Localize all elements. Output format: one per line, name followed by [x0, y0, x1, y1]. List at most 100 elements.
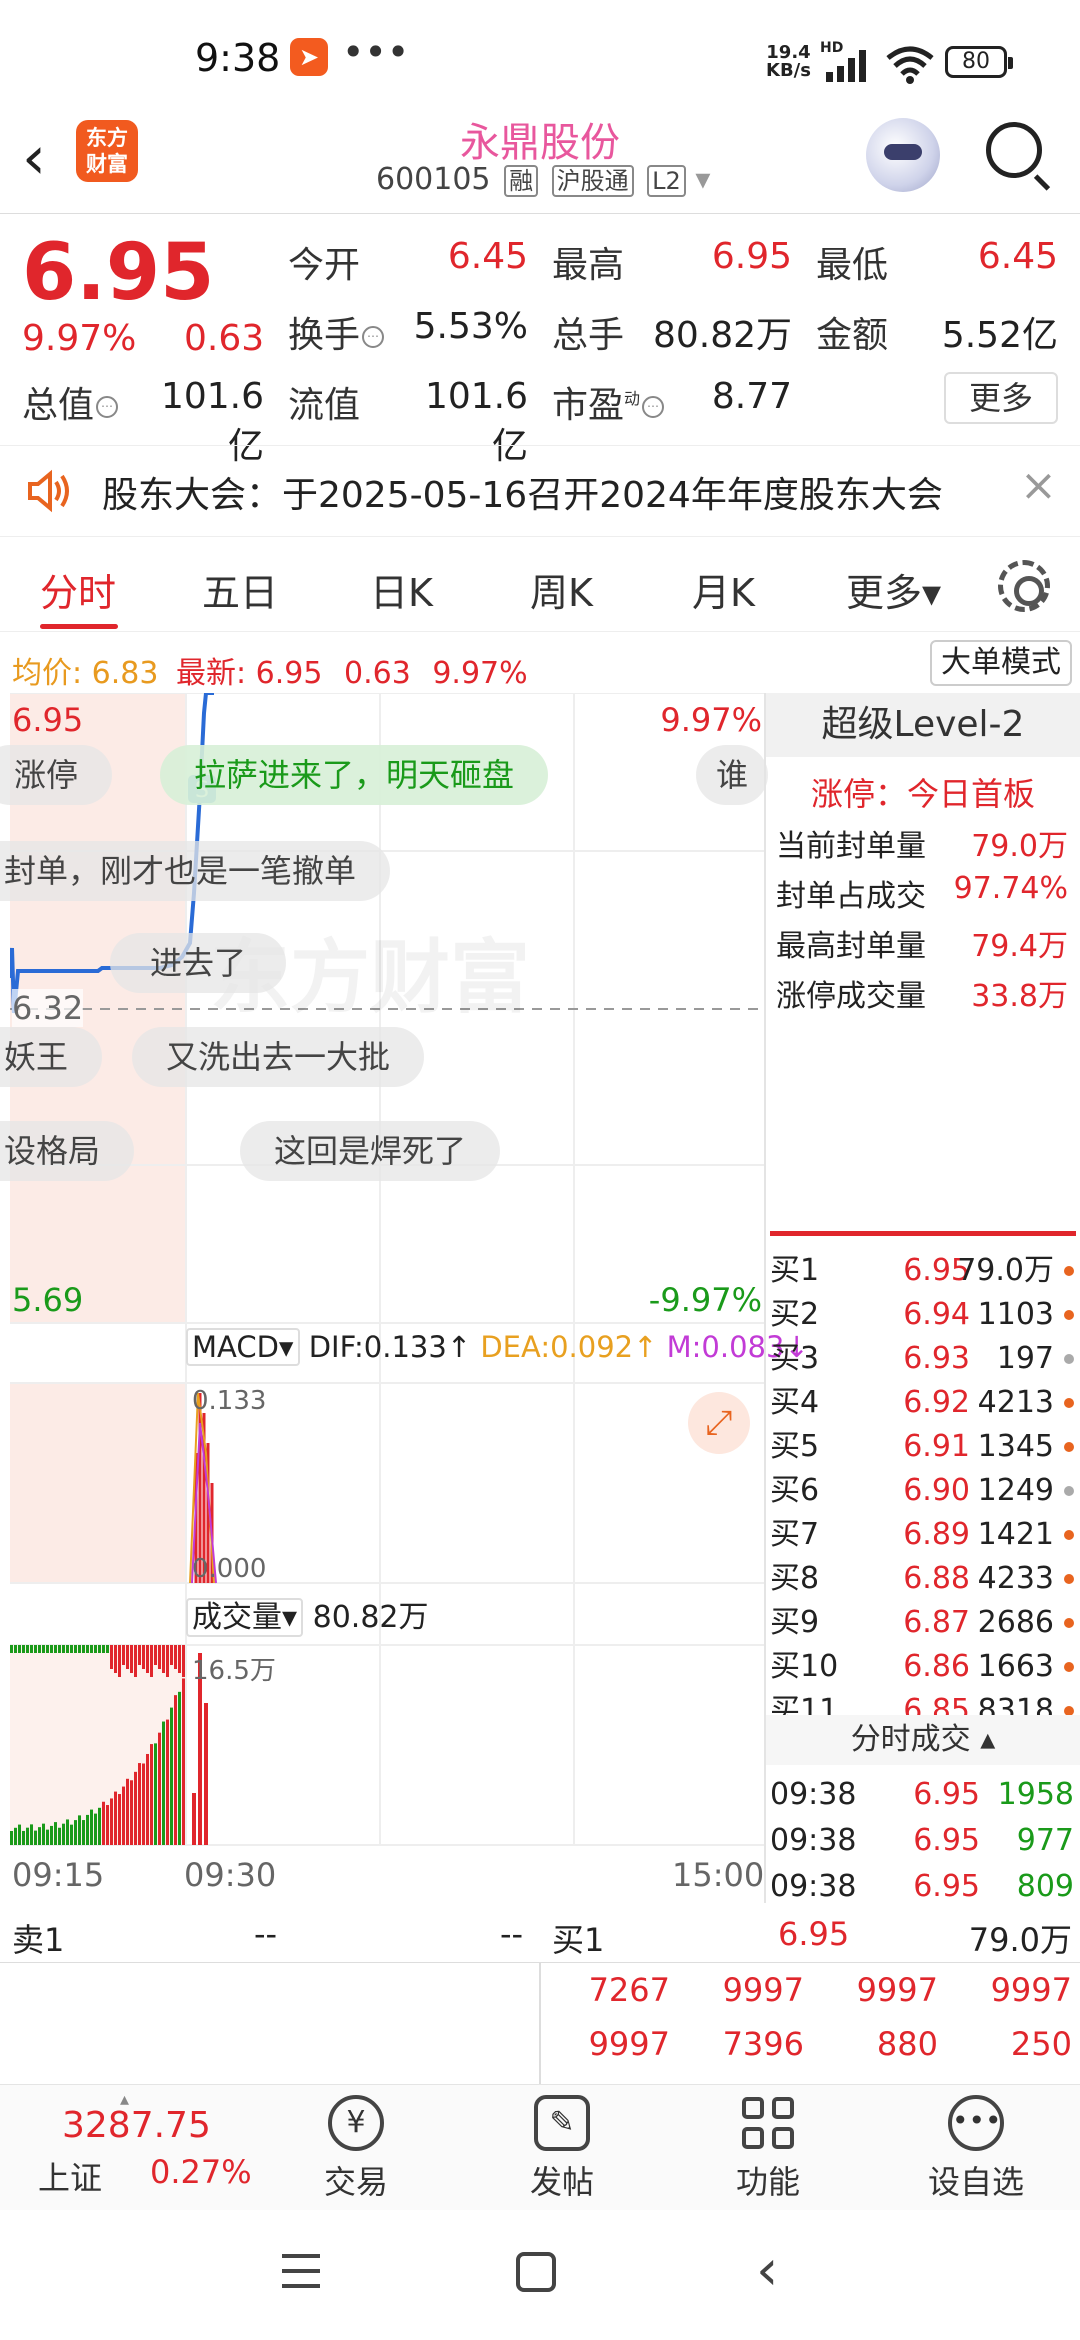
- notice-text[interactable]: 股东大会：于2025-05-16召开2024年年度股东大会: [102, 466, 943, 518]
- comment-bubble[interactable]: 谁: [696, 745, 769, 805]
- orderbook-bid-row[interactable]: 买10 6.86 1663: [770, 1645, 1080, 1689]
- macd-dif: DIF:0.133↑: [308, 1330, 472, 1364]
- info-icon[interactable]: ⋯: [362, 326, 385, 348]
- comment-bubble[interactable]: 设格局: [0, 1121, 135, 1181]
- chevron-down-icon[interactable]: ▾: [695, 162, 710, 197]
- pe-label[interactable]: 市盈动 ⋯: [552, 376, 665, 428]
- volume-bar: [110, 1798, 113, 1845]
- change-amount: 0.63: [184, 318, 265, 359]
- bid-qty: 1663: [977, 1649, 1054, 1684]
- volume-bar: [30, 1824, 33, 1845]
- orderbook-bid-row[interactable]: 买1 6.95 79.0万: [770, 1249, 1080, 1293]
- nav-add-watchlist[interactable]: ••• 设自选: [906, 2095, 1046, 2203]
- orderbook-bid-row[interactable]: 买7 6.89 1421: [770, 1513, 1080, 1557]
- pe-dynamic-sup: 动: [624, 389, 641, 408]
- orderbook-bid-row[interactable]: 买8 6.88 4233: [770, 1557, 1080, 1601]
- volume-bar: [166, 1719, 169, 1845]
- tick-trades-header[interactable]: 分时成交 ▴: [766, 1715, 1080, 1765]
- comment-bubble[interactable]: 这回是焊死了: [240, 1121, 501, 1181]
- net-speed-unit: KB/s: [766, 60, 811, 81]
- more-quote-button[interactable]: 更多: [944, 372, 1058, 424]
- level2-stat-value: 79.0万: [971, 829, 1068, 864]
- menu-icon[interactable]: [282, 2254, 320, 2288]
- sell1-row[interactable]: 卖1 -- --: [0, 1907, 540, 1963]
- big-order-mode-button[interactable]: 大单模式: [930, 640, 1072, 686]
- comment-bubble[interactable]: 进去了: [110, 933, 287, 993]
- queue-order: 250: [1010, 2025, 1072, 2063]
- orderbook-bid-row[interactable]: 买2 6.94 1103: [770, 1293, 1080, 1337]
- orderbook-bid-row[interactable]: 买9 6.87 2686: [770, 1601, 1080, 1645]
- volume-bar: [82, 1820, 85, 1845]
- tick-trade-row: 09:38 6.95 977: [770, 1819, 1080, 1863]
- stock-code-row[interactable]: 600105 融 沪股通 L2 ▾: [376, 162, 710, 197]
- nav-post[interactable]: ✎ 发帖: [492, 2095, 632, 2203]
- speaker-icon: [28, 469, 69, 513]
- comment-bubble[interactable]: 封单，刚才也是一笔撤单: [0, 841, 391, 901]
- index-ticker[interactable]: ▴ 3287.75 上证 0.27%: [0, 2085, 252, 2211]
- market-cap-label[interactable]: 总值 ⋯: [22, 376, 119, 428]
- buy-sell-imbalance-bar: [78, 1645, 81, 1653]
- robot-assistant-icon[interactable]: [866, 118, 940, 192]
- bid-label: 买10: [770, 1649, 839, 1684]
- tick-volume: 977: [1016, 1823, 1074, 1858]
- bid-price: 6.87: [903, 1605, 970, 1640]
- buy-sell-imbalance-bar: [170, 1645, 173, 1665]
- intraday-chart[interactable]: S 6.95 9.97% 6.32 5.69 -9.97% 东方财富 涨停 拉萨…: [0, 693, 769, 1846]
- buy1-row[interactable]: 买1 6.95 79.0万: [540, 1907, 1080, 1963]
- tab-monthly-k[interactable]: 月K: [692, 562, 755, 617]
- bid-price: 6.89: [903, 1517, 970, 1552]
- orderbook-bid-row[interactable]: 买4 6.92 4213: [770, 1381, 1080, 1425]
- orderbook-bid-row[interactable]: 买6 6.90 1249: [770, 1469, 1080, 1513]
- info-icon[interactable]: ⋯: [642, 396, 665, 418]
- macd-selector[interactable]: MACD▾: [186, 1328, 300, 1366]
- gear-icon[interactable]: [998, 560, 1050, 612]
- volume-bar: [122, 1786, 125, 1845]
- back-nav-icon[interactable]: ‹: [756, 2238, 778, 2303]
- buy1-qty: 79.0万: [968, 1921, 1072, 1959]
- buy-sell-imbalance-bar: [66, 1645, 69, 1653]
- comment-bubble[interactable]: 妖王: [0, 1027, 103, 1087]
- tab-daily-k[interactable]: 日K: [370, 562, 433, 617]
- expand-icon[interactable]: ⤢: [688, 1392, 750, 1454]
- level2-stat-row: 封单占成交 97.74%: [776, 871, 1076, 915]
- bid-label: 买9: [770, 1605, 820, 1640]
- volume-bar: [54, 1822, 57, 1845]
- edit-icon: ✎: [534, 2095, 590, 2151]
- nav-functions[interactable]: 功能: [698, 2095, 838, 2203]
- search-icon[interactable]: [986, 122, 1042, 178]
- tab-intraday[interactable]: 分时: [40, 562, 116, 617]
- volume-selector[interactable]: 成交量▾: [186, 1598, 304, 1637]
- turnover-label[interactable]: 换手 ⋯: [288, 306, 385, 358]
- info-icon[interactable]: ⋯: [96, 396, 119, 418]
- buy-sell-imbalance-bar: [122, 1645, 125, 1665]
- volume-bar: [154, 1743, 157, 1845]
- home-icon[interactable]: [516, 2252, 556, 2292]
- notice-bar[interactable]: 股东大会：于2025-05-16召开2024年年度股东大会 ×: [0, 445, 1080, 537]
- level2-title[interactable]: 超级Level-2: [766, 693, 1080, 757]
- chart-tabs: 分时 五日 日K 周K 月K 更多▾: [0, 540, 1080, 632]
- macd-legend: MACD▾ DIF:0.133↑ DEA:0.092↑ M:0.083↓: [186, 1328, 809, 1366]
- comment-bubble[interactable]: 又洗出去一大批: [132, 1027, 425, 1087]
- tick-price: 6.95: [913, 1777, 980, 1812]
- open-value: 6.45: [447, 236, 528, 277]
- buy-sell-imbalance-bar: [10, 1645, 13, 1653]
- bid-price: 6.94: [903, 1297, 970, 1332]
- volume-bar: [182, 1678, 185, 1845]
- nav-trade[interactable]: ¥ 交易: [286, 2095, 426, 2203]
- more-circle-icon: •••: [948, 2095, 1004, 2151]
- tab-weekly-k[interactable]: 周K: [530, 562, 593, 617]
- volume-bar: [58, 1827, 61, 1845]
- bid-qty: 1103: [977, 1297, 1054, 1332]
- close-icon[interactable]: ×: [1020, 460, 1057, 511]
- tab-five-day[interactable]: 五日: [202, 562, 278, 617]
- system-nav-bar: ‹: [0, 2210, 1080, 2340]
- tab-more[interactable]: 更多▾: [846, 562, 941, 617]
- comment-bubble[interactable]: 涨停: [0, 745, 113, 805]
- chart-top-price: 6.95: [12, 701, 84, 739]
- comment-bubble[interactable]: 拉萨进来了，明天砸盘: [160, 745, 549, 805]
- orderbook-bid-row[interactable]: 买3 6.93 197: [770, 1337, 1080, 1381]
- buy-sell-imbalance-bar: [126, 1645, 129, 1669]
- level2-stat-label: 封单占成交: [776, 879, 926, 914]
- orderbook-bid-row[interactable]: 买5 6.91 1345: [770, 1425, 1080, 1469]
- premarket-shade-macd: [10, 1383, 186, 1583]
